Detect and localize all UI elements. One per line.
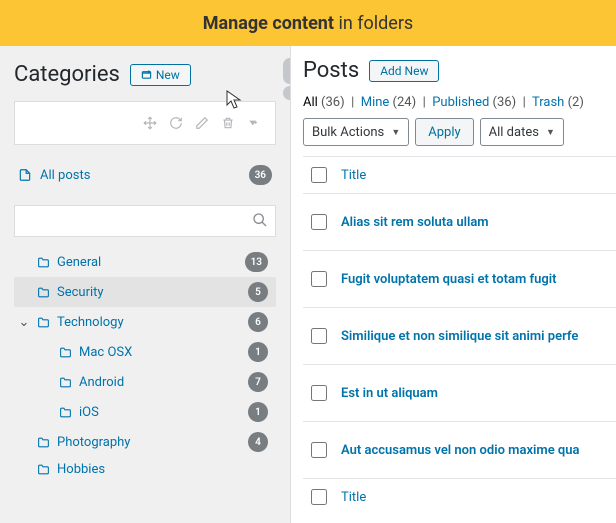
folder-item[interactable]: Photography 4 [14, 427, 276, 457]
banner-strong: Manage content [203, 13, 334, 34]
table-row: Similique et non similique sit animi per… [303, 307, 616, 364]
folder-label: Android [79, 375, 124, 390]
all-posts-count: 36 [249, 165, 272, 185]
folder-icon [36, 286, 51, 299]
table-header: Title [303, 156, 616, 193]
folder-label: Technology [57, 315, 124, 330]
folder-count: 6 [248, 312, 268, 332]
folder-tree: General 13 Security 5 ⌄ Technology 6 Mac OSX 1 An… [14, 247, 276, 482]
filter-published[interactable]: Published [432, 95, 489, 110]
post-title-link[interactable]: Est in ut aliquam [341, 386, 438, 401]
banner-rest: in folders [334, 13, 413, 34]
folder-search-input[interactable] [14, 205, 276, 237]
folder-icon [36, 256, 51, 269]
refresh-icon[interactable] [169, 116, 183, 130]
folder-icon [58, 376, 73, 389]
add-new-button[interactable]: Add New [369, 60, 439, 82]
folder-item[interactable]: General 13 [14, 247, 276, 277]
search-icon [252, 212, 268, 228]
edit-icon[interactable] [195, 116, 209, 130]
new-icon [141, 69, 152, 80]
filter-trash[interactable]: Trash [532, 95, 564, 110]
filter-mine[interactable]: Mine [361, 95, 390, 110]
main-panel: Posts Add New All (36) | Mine (24) | Pub… [290, 46, 616, 523]
add-new-label: Add New [380, 64, 428, 78]
table-row: Fugit voluptatem quasi et totam fugit [303, 250, 616, 307]
folder-label: iOS [79, 405, 99, 420]
banner: Manage content in folders [0, 0, 616, 46]
filter-all[interactable]: All (36) [303, 95, 345, 110]
bulk-actions-select[interactable]: Bulk Actions [303, 118, 409, 146]
folder-icon [36, 436, 51, 449]
folder-label: Hobbies [57, 462, 105, 477]
folder-label: Security [57, 285, 104, 300]
folder-item[interactable]: iOS 1 [14, 397, 276, 427]
row-checkbox[interactable] [311, 214, 327, 230]
table-row: Aut accusamus vel non odio maxime qua [303, 421, 616, 478]
all-posts-label: All posts [40, 168, 90, 183]
folder-icon [36, 463, 51, 476]
apply-button[interactable]: Apply [415, 118, 473, 146]
select-all-checkbox-foot[interactable] [311, 489, 327, 505]
folder-count: 13 [245, 252, 268, 272]
new-folder-button[interactable]: New [130, 64, 191, 86]
row-checkbox[interactable] [311, 442, 327, 458]
select-all-checkbox[interactable] [311, 167, 327, 183]
sort-icon[interactable] [247, 116, 261, 130]
expand-arrow[interactable]: ⌄ [18, 315, 30, 330]
post-title-link[interactable]: Similique et non similique sit animi per… [341, 329, 578, 344]
folder-icon [58, 346, 73, 359]
trash-icon[interactable] [221, 116, 235, 130]
post-status-filters: All (36) | Mine (24) | Published (36) | … [303, 95, 616, 110]
col-title-foot[interactable]: Title [341, 490, 366, 505]
row-checkbox[interactable] [311, 385, 327, 401]
folder-toolbar [14, 101, 276, 145]
all-posts-item[interactable]: All posts 36 [14, 157, 276, 193]
folder-item[interactable]: Android 7 [14, 367, 276, 397]
folder-icon [36, 316, 51, 329]
sidebar: Categories New All posts 36 General13Sec [0, 46, 290, 523]
dates-select[interactable]: All dates [480, 118, 564, 146]
folder-item[interactable]: ⌄ Technology 6 [14, 307, 276, 337]
posts-title: Posts [303, 58, 359, 83]
folder-count: 1 [248, 402, 268, 422]
folder-label: Mac OSX [79, 345, 132, 360]
move-icon[interactable] [143, 116, 157, 130]
file-icon [18, 168, 32, 182]
folder-count: 7 [248, 372, 268, 392]
row-checkbox[interactable] [311, 271, 327, 287]
post-title-link[interactable]: Alias sit rem soluta ullam [341, 215, 489, 230]
table-footer: Title [303, 478, 616, 515]
table-row: Est in ut aliquam [303, 364, 616, 421]
folder-count: 5 [248, 282, 268, 302]
post-title-link[interactable]: Fugit voluptatem quasi et totam fugit [341, 272, 557, 287]
folder-count: 4 [248, 432, 268, 452]
folder-count: 1 [248, 342, 268, 362]
post-title-link[interactable]: Aut accusamus vel non odio maxime qua [341, 443, 580, 458]
folder-label: Photography [57, 435, 130, 450]
row-checkbox[interactable] [311, 328, 327, 344]
table-row: Alias sit rem soluta ullam [303, 193, 616, 250]
folder-item[interactable]: Security 5 [14, 277, 276, 307]
folder-icon [58, 406, 73, 419]
folder-item[interactable]: Hobbies [14, 457, 276, 482]
new-folder-label: New [156, 68, 180, 82]
folder-label: General [57, 255, 101, 270]
folder-item[interactable]: Mac OSX 1 [14, 337, 276, 367]
sidebar-title: Categories [14, 62, 120, 87]
col-title[interactable]: Title [341, 168, 366, 183]
